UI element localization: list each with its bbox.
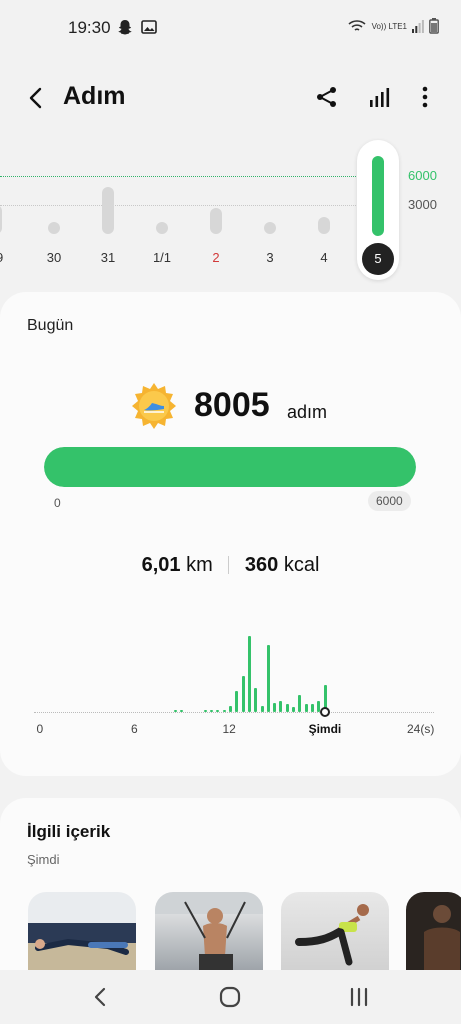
more-options-button[interactable] [412, 84, 438, 110]
hour-bar [273, 702, 277, 712]
hour-bar [298, 695, 302, 712]
hour-bar [247, 636, 251, 712]
hour-bar [173, 709, 177, 712]
day-label[interactable]: 31 [88, 250, 128, 265]
day-bar[interactable] [0, 205, 2, 234]
day-bar[interactable] [264, 222, 276, 234]
nav-home-icon [219, 986, 241, 1008]
related-subtitle: Şimdi [27, 852, 60, 867]
battery-icon [429, 18, 439, 34]
carrier-label: Vo)) LTE1 [371, 21, 407, 31]
status-bar: 19:30 Vo)) LTE1 [0, 0, 461, 56]
steps-unit: adım [287, 402, 328, 422]
trends-button[interactable] [366, 84, 392, 110]
day-bar[interactable] [102, 186, 114, 234]
hour-axis-label: 24(s) [407, 722, 435, 736]
hour-bar [210, 709, 214, 712]
back-button[interactable] [22, 84, 50, 112]
divider [228, 556, 230, 574]
hour-axis-label: Şimdi [308, 722, 342, 736]
more-vert-icon [422, 86, 428, 108]
hour-bar [222, 709, 226, 712]
nav-home-button[interactable] [217, 984, 243, 1010]
status-right-icons: Vo)) LTE1 [347, 18, 439, 34]
now-marker [320, 707, 331, 717]
signal-icon [412, 20, 424, 33]
mid-axis-label: 3000 [408, 197, 437, 212]
related-title: İlgili içerik [27, 822, 111, 841]
progress-min-label: 0 [54, 496, 61, 510]
hour-bar [260, 705, 264, 712]
hour-axis-label: 12 [222, 722, 236, 736]
app-bar: Adım [0, 72, 461, 124]
today-heading: Bugün [27, 317, 74, 334]
day-label[interactable]: 2 [196, 250, 236, 265]
status-time: 19:30 [68, 18, 111, 37]
page-title: Adım [63, 82, 126, 110]
hour-bar [285, 704, 289, 712]
snapchat-icon [118, 20, 132, 35]
share-button[interactable] [314, 84, 340, 110]
calories-unit: kcal [283, 554, 320, 576]
today-day-label: 5 [362, 243, 394, 275]
day-label[interactable]: 30 [34, 250, 74, 265]
wifi-call-icon [348, 20, 366, 31]
day-bar[interactable] [156, 222, 168, 234]
hour-bar [304, 704, 308, 712]
steps-count: 8005 [194, 386, 270, 424]
day-label[interactable]: 3 [250, 250, 290, 265]
hour-bar [229, 705, 233, 712]
hourly-steps-chart: 0 6 12 Şimdi 24(s) [34, 632, 434, 742]
selected-day-pill[interactable]: 5 [357, 140, 399, 280]
nav-recents-button[interactable] [346, 984, 372, 1010]
hour-bar [235, 690, 239, 712]
bar-chart-icon [370, 88, 390, 107]
day-label[interactable]: 29 [0, 250, 16, 265]
day-label[interactable]: 4 [304, 250, 344, 265]
distance-calories-row: 6,01 km 360 kcal [0, 554, 461, 577]
shoe-medal-icon [132, 383, 176, 429]
stretch-workout-thumb[interactable] [281, 892, 389, 974]
hour-bar [279, 701, 283, 712]
cable-row-workout-thumb[interactable] [155, 892, 263, 974]
plank-workout-thumb[interactable] [28, 892, 136, 974]
day-bar[interactable] [318, 216, 330, 234]
day-label[interactable]: 1/1 [142, 250, 182, 265]
hour-axis-label: 0 [36, 722, 44, 736]
chart-baseline [34, 712, 434, 713]
back-arrow-icon [29, 87, 42, 109]
progress-goal-label: 6000 [368, 491, 411, 511]
system-nav-bar [0, 970, 461, 1024]
today-card: Bugün 8005 adım 0 6000 6,01 km 360 kcal … [0, 292, 461, 776]
goal-line [0, 176, 356, 177]
image-icon [141, 20, 157, 34]
hour-axis-label: 6 [131, 722, 138, 736]
goal-axis-label: 6000 [408, 168, 437, 183]
today-bar [372, 156, 384, 236]
status-left-icons [116, 18, 158, 36]
share-icon [317, 87, 336, 107]
hour-bar [254, 687, 258, 712]
distance-value: 6,01 [141, 554, 181, 576]
nav-back-icon [94, 987, 106, 1007]
hour-bar [292, 707, 296, 712]
nav-recents-icon [350, 987, 368, 1007]
hour-bar [203, 709, 207, 712]
goal-progress-fill [44, 447, 416, 487]
hour-bar [266, 645, 270, 712]
day-bar[interactable] [48, 222, 60, 234]
distance-unit: km [186, 554, 213, 576]
day-bar[interactable] [210, 207, 222, 234]
nav-back-button[interactable] [88, 984, 114, 1010]
goal-progress-bar [44, 447, 416, 487]
gym-workout-thumb[interactable] [406, 892, 461, 974]
weekly-steps-chart[interactable]: 6000 3000 5 29 30 31 1/1 234 [0, 140, 461, 280]
hour-bar [310, 704, 314, 712]
calories-value: 360 [244, 554, 279, 576]
mid-line [0, 205, 356, 206]
hour-bar [241, 675, 245, 712]
